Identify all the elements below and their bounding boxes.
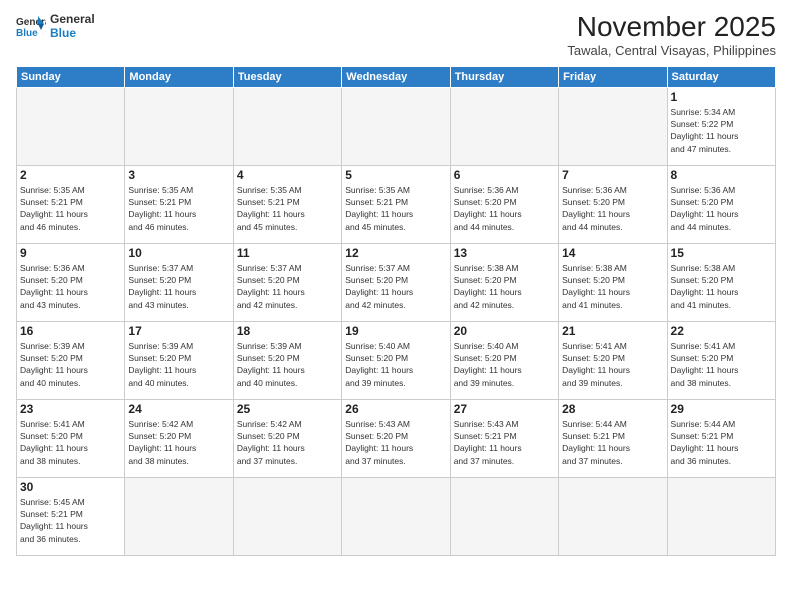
day-7: 7 Sunrise: 5:36 AMSunset: 5:20 PMDayligh…: [559, 165, 667, 243]
empty-cell: [450, 477, 558, 555]
logo-text-blue: Blue: [50, 26, 95, 40]
day-30: 30 Sunrise: 5:45 AMSunset: 5:21 PMDaylig…: [17, 477, 125, 555]
calendar: Sunday Monday Tuesday Wednesday Thursday…: [16, 66, 776, 556]
day-23: 23 Sunrise: 5:41 AMSunset: 5:20 PMDaylig…: [17, 399, 125, 477]
logo-text-general: General: [50, 12, 95, 26]
empty-cell: [667, 477, 775, 555]
logo: General Blue General Blue: [16, 12, 95, 41]
day-8: 8 Sunrise: 5:36 AMSunset: 5:20 PMDayligh…: [667, 165, 775, 243]
location: Tawala, Central Visayas, Philippines: [567, 43, 776, 58]
day-1: 1 Sunrise: 5:34 AMSunset: 5:22 PMDayligh…: [667, 87, 775, 165]
day-5: 5 Sunrise: 5:35 AMSunset: 5:21 PMDayligh…: [342, 165, 450, 243]
table-row: 23 Sunrise: 5:41 AMSunset: 5:20 PMDaylig…: [17, 399, 776, 477]
day-28: 28 Sunrise: 5:44 AMSunset: 5:21 PMDaylig…: [559, 399, 667, 477]
day-2: 2 Sunrise: 5:35 AMSunset: 5:21 PMDayligh…: [17, 165, 125, 243]
day-20: 20 Sunrise: 5:40 AMSunset: 5:20 PMDaylig…: [450, 321, 558, 399]
header-thursday: Thursday: [450, 66, 558, 87]
empty-cell: [17, 87, 125, 165]
day-4: 4 Sunrise: 5:35 AMSunset: 5:21 PMDayligh…: [233, 165, 341, 243]
day-29: 29 Sunrise: 5:44 AMSunset: 5:21 PMDaylig…: [667, 399, 775, 477]
empty-cell: [342, 477, 450, 555]
empty-cell: [233, 477, 341, 555]
day-27: 27 Sunrise: 5:43 AMSunset: 5:21 PMDaylig…: [450, 399, 558, 477]
table-row: 2 Sunrise: 5:35 AMSunset: 5:21 PMDayligh…: [17, 165, 776, 243]
day-12: 12 Sunrise: 5:37 AMSunset: 5:20 PMDaylig…: [342, 243, 450, 321]
day-22: 22 Sunrise: 5:41 AMSunset: 5:20 PMDaylig…: [667, 321, 775, 399]
day-10: 10 Sunrise: 5:37 AMSunset: 5:20 PMDaylig…: [125, 243, 233, 321]
day-15: 15 Sunrise: 5:38 AMSunset: 5:20 PMDaylig…: [667, 243, 775, 321]
day-11: 11 Sunrise: 5:37 AMSunset: 5:20 PMDaylig…: [233, 243, 341, 321]
day-25: 25 Sunrise: 5:42 AMSunset: 5:20 PMDaylig…: [233, 399, 341, 477]
table-row: 1 Sunrise: 5:34 AMSunset: 5:22 PMDayligh…: [17, 87, 776, 165]
header-wednesday: Wednesday: [342, 66, 450, 87]
day-14: 14 Sunrise: 5:38 AMSunset: 5:20 PMDaylig…: [559, 243, 667, 321]
empty-cell: [125, 87, 233, 165]
day-13: 13 Sunrise: 5:38 AMSunset: 5:20 PMDaylig…: [450, 243, 558, 321]
table-row: 9 Sunrise: 5:36 AMSunset: 5:20 PMDayligh…: [17, 243, 776, 321]
day-19: 19 Sunrise: 5:40 AMSunset: 5:20 PMDaylig…: [342, 321, 450, 399]
header-friday: Friday: [559, 66, 667, 87]
day-17: 17 Sunrise: 5:39 AMSunset: 5:20 PMDaylig…: [125, 321, 233, 399]
page: General Blue General Blue November 2025 …: [0, 0, 792, 612]
day-6: 6 Sunrise: 5:36 AMSunset: 5:20 PMDayligh…: [450, 165, 558, 243]
day-9: 9 Sunrise: 5:36 AMSunset: 5:20 PMDayligh…: [17, 243, 125, 321]
empty-cell: [342, 87, 450, 165]
day-3: 3 Sunrise: 5:35 AMSunset: 5:21 PMDayligh…: [125, 165, 233, 243]
empty-cell: [125, 477, 233, 555]
day-16: 16 Sunrise: 5:39 AMSunset: 5:20 PMDaylig…: [17, 321, 125, 399]
day-26: 26 Sunrise: 5:43 AMSunset: 5:20 PMDaylig…: [342, 399, 450, 477]
title-section: November 2025 Tawala, Central Visayas, P…: [567, 12, 776, 58]
day-24: 24 Sunrise: 5:42 AMSunset: 5:20 PMDaylig…: [125, 399, 233, 477]
header-saturday: Saturday: [667, 66, 775, 87]
empty-cell: [233, 87, 341, 165]
day-18: 18 Sunrise: 5:39 AMSunset: 5:20 PMDaylig…: [233, 321, 341, 399]
empty-cell: [450, 87, 558, 165]
table-row: 30 Sunrise: 5:45 AMSunset: 5:21 PMDaylig…: [17, 477, 776, 555]
svg-text:Blue: Blue: [16, 28, 38, 38]
day-21: 21 Sunrise: 5:41 AMSunset: 5:20 PMDaylig…: [559, 321, 667, 399]
weekday-header-row: Sunday Monday Tuesday Wednesday Thursday…: [17, 66, 776, 87]
logo-icon: General Blue: [16, 14, 46, 38]
month-title: November 2025: [567, 12, 776, 43]
table-row: 16 Sunrise: 5:39 AMSunset: 5:20 PMDaylig…: [17, 321, 776, 399]
header-monday: Monday: [125, 66, 233, 87]
empty-cell: [559, 477, 667, 555]
empty-cell: [559, 87, 667, 165]
header: General Blue General Blue November 2025 …: [16, 12, 776, 58]
header-sunday: Sunday: [17, 66, 125, 87]
header-tuesday: Tuesday: [233, 66, 341, 87]
